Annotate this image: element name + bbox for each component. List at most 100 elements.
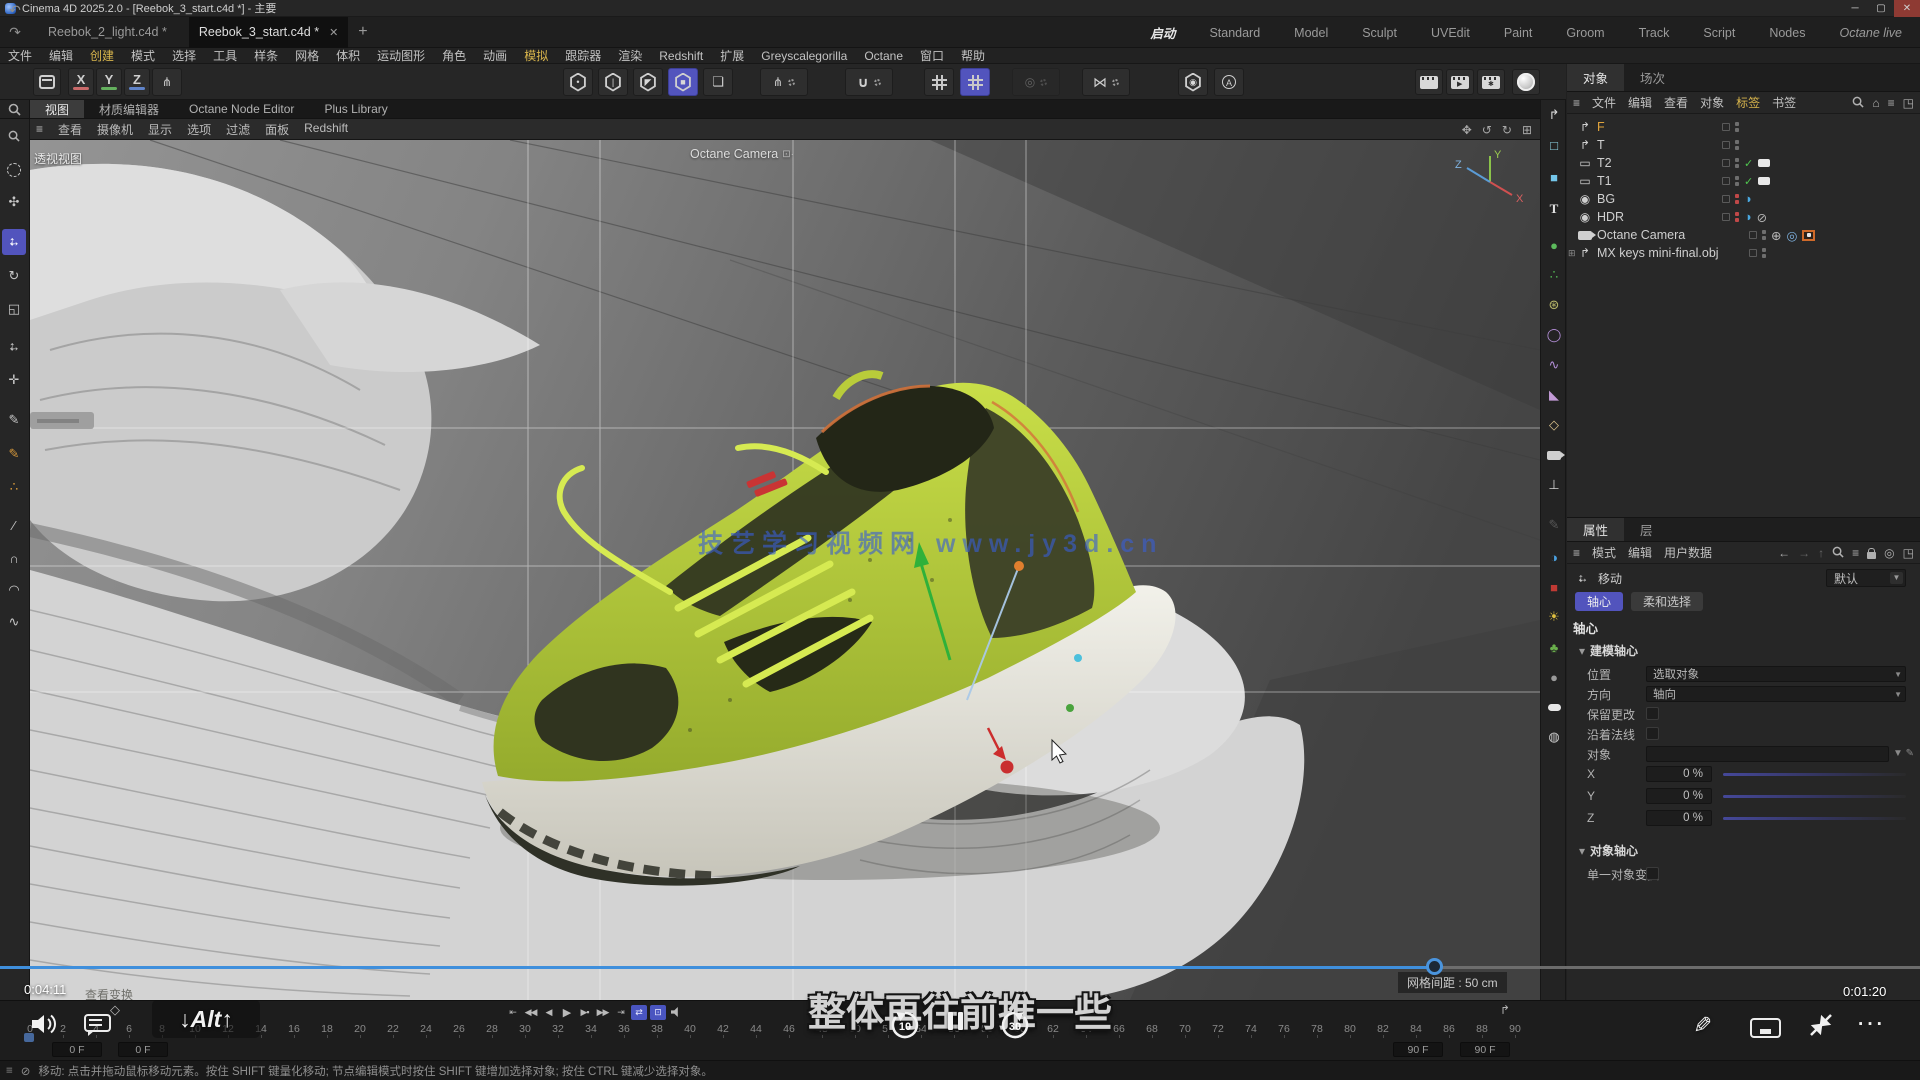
model-mode-icon[interactable]: ■ bbox=[668, 68, 698, 96]
range-end-field[interactable]: 90 F bbox=[1393, 1042, 1443, 1057]
tab-item[interactable]: 材质编辑器 bbox=[84, 100, 174, 118]
slider-y[interactable] bbox=[1723, 795, 1906, 798]
layer-tag-icon[interactable] bbox=[1758, 159, 1770, 167]
object-row-hdr[interactable]: ◉HDR◑⊘ bbox=[1567, 208, 1920, 226]
spline-pen-icon[interactable]: ✎ bbox=[2, 407, 26, 433]
value-x[interactable]: 0 % bbox=[1646, 766, 1712, 782]
am-menu-item[interactable]: 编辑 bbox=[1628, 544, 1652, 561]
filter-icon[interactable]: ≡ bbox=[1888, 96, 1895, 110]
hamburger-icon[interactable]: ≡ bbox=[1573, 546, 1580, 560]
enable-toggle[interactable] bbox=[1722, 213, 1730, 221]
ruler-frame-30[interactable]: 30 bbox=[519, 1023, 531, 1035]
object-row-t2[interactable]: ▭T2✓ bbox=[1567, 154, 1920, 172]
camera-label[interactable]: Octane Camera ⊡· bbox=[690, 147, 794, 161]
ruler-frame-32[interactable]: 32 bbox=[552, 1023, 564, 1035]
prev-key-button[interactable]: ◀◀ bbox=[523, 1005, 538, 1020]
viewport-orbit-icon[interactable]: ↺ bbox=[1482, 123, 1492, 137]
spline-wrap-icon[interactable]: ∿ bbox=[1542, 352, 1566, 378]
primitive-cube-icon[interactable]: ■ bbox=[1542, 164, 1566, 190]
export-icon[interactable]: ◳ bbox=[1903, 546, 1914, 560]
menu-item[interactable]: 样条 bbox=[254, 47, 278, 64]
ruler-frame-90[interactable]: 90 bbox=[1509, 1023, 1521, 1035]
close-button[interactable]: ✕ bbox=[1894, 0, 1920, 17]
menu-item[interactable]: 动画 bbox=[483, 47, 507, 64]
value-y[interactable]: 0 % bbox=[1646, 788, 1712, 804]
menu-item[interactable]: 窗口 bbox=[920, 47, 944, 64]
ruler-frame-2[interactable]: 2 bbox=[60, 1023, 66, 1035]
layout-menu-groom[interactable]: Groom bbox=[1566, 26, 1604, 40]
layout-menu-standard[interactable]: Standard bbox=[1209, 26, 1260, 40]
viewport-menu-item[interactable]: 显示 bbox=[148, 121, 172, 138]
spline-square-icon[interactable]: □ bbox=[1542, 132, 1566, 158]
live-selection-icon[interactable] bbox=[2, 157, 26, 183]
keyboard-icon[interactable] bbox=[1750, 1018, 1781, 1038]
slider-z[interactable] bbox=[1723, 817, 1906, 820]
export-icon[interactable]: ◳ bbox=[1903, 96, 1914, 110]
am-menu-item[interactable]: 模式 bbox=[1592, 544, 1616, 561]
ruler-frame-16[interactable]: 16 bbox=[288, 1023, 300, 1035]
polygons-mode-icon[interactable]: ◤ bbox=[633, 68, 663, 96]
focus-icon[interactable]: ◎ bbox=[1884, 546, 1894, 560]
tab-item[interactable]: 层 bbox=[1624, 518, 1669, 541]
ruler-frame-80[interactable]: 80 bbox=[1344, 1023, 1356, 1035]
selection-move-icon[interactable]: ↔↔ bbox=[2, 334, 26, 360]
forward-icon[interactable]: → bbox=[1798, 546, 1810, 560]
tab-item[interactable]: 对象 bbox=[1567, 64, 1624, 91]
workplane-grid-icon[interactable] bbox=[924, 68, 954, 96]
object-row-mx-keys-mini-final-obj[interactable]: ⊞↱MX keys mini-final.obj bbox=[1567, 244, 1920, 262]
selection-multi-icon[interactable]: ✛ bbox=[2, 367, 26, 393]
perspective-viewport[interactable]: 透视视图 Octane Camera ⊡· Y Z X 技艺学习视频网 www.… bbox=[30, 140, 1540, 1000]
close-tab-icon[interactable]: ✕ bbox=[329, 26, 338, 39]
tab-item[interactable]: 视图 bbox=[30, 100, 84, 118]
group-item[interactable]: ▾对象轴心 bbox=[1579, 842, 1638, 859]
octane-tag-icon[interactable]: ◎ bbox=[1786, 228, 1797, 243]
expand-icon[interactable]: ⊞ bbox=[1568, 248, 1576, 259]
cloner-icon[interactable]: ∴ bbox=[1542, 262, 1566, 288]
home-icon[interactable]: ⌂ bbox=[1872, 96, 1879, 110]
preset-dropdown[interactable]: 默认▼ bbox=[1826, 569, 1906, 587]
more-options-icon[interactable]: ··· bbox=[1858, 1014, 1886, 1036]
menu-item[interactable]: 选择 bbox=[172, 47, 196, 64]
hamburger-icon[interactable]: ≡ bbox=[36, 122, 43, 136]
ruler-frame-18[interactable]: 18 bbox=[321, 1023, 333, 1035]
enable-toggle[interactable] bbox=[1749, 249, 1757, 257]
ruler-frame-88[interactable]: 88 bbox=[1476, 1023, 1488, 1035]
am-menu-item[interactable]: 用户数据 bbox=[1664, 544, 1712, 561]
layout-menu-paint[interactable]: Paint bbox=[1504, 26, 1533, 40]
axis-lock-y-button[interactable]: Y bbox=[96, 68, 122, 96]
track-icon[interactable]: ↱ bbox=[1500, 1003, 1510, 1017]
material-tag-icon[interactable]: ◑ bbox=[1744, 192, 1752, 206]
viewport-menu-item[interactable]: 查看 bbox=[58, 121, 82, 138]
link-picker-icon[interactable]: ▼ ✎ bbox=[1893, 748, 1914, 759]
target-mode-icon[interactable]: ◉ bbox=[1178, 68, 1208, 96]
pencil-icon[interactable]: ✎ bbox=[1542, 512, 1566, 538]
layout-menu-sculpt[interactable]: Sculpt bbox=[1362, 26, 1397, 40]
ruler-frame-20[interactable]: 20 bbox=[354, 1023, 366, 1035]
light-sun-icon[interactable]: ☀ bbox=[1542, 604, 1566, 630]
ruler-frame-46[interactable]: 46 bbox=[783, 1023, 795, 1035]
hamburger-icon[interactable]: ≡ bbox=[1573, 96, 1580, 110]
visibility-dots[interactable] bbox=[1735, 140, 1739, 150]
om-menu-item[interactable]: 对象 bbox=[1700, 94, 1724, 111]
generator-icon[interactable]: ⊛ bbox=[1542, 292, 1566, 318]
tab-item[interactable]: 场次 bbox=[1624, 64, 1681, 91]
menu-item[interactable]: 文件 bbox=[8, 47, 32, 64]
ruler-frame-42[interactable]: 42 bbox=[717, 1023, 729, 1035]
visibility-dots[interactable] bbox=[1735, 158, 1739, 168]
tweak-icon[interactable]: ✣ bbox=[2, 189, 26, 215]
loop-button[interactable]: ⇄ bbox=[631, 1005, 647, 1020]
ruler-frame-70[interactable]: 70 bbox=[1179, 1023, 1191, 1035]
layout-menu-script[interactable]: Script bbox=[1703, 26, 1735, 40]
add-tab-button[interactable]: + bbox=[358, 23, 367, 41]
search-icon[interactable] bbox=[1832, 546, 1844, 561]
ruler-frame-36[interactable]: 36 bbox=[618, 1023, 630, 1035]
snap-magnet-icon[interactable]: ∪ bbox=[845, 68, 893, 96]
ruler-frame-44[interactable]: 44 bbox=[750, 1023, 762, 1035]
menu-item[interactable]: 编辑 bbox=[49, 47, 73, 64]
viewport-menu-item[interactable]: 摄像机 bbox=[97, 121, 133, 138]
menu-item[interactable]: 跟踪器 bbox=[565, 47, 601, 64]
video-progress-knob[interactable] bbox=[1426, 958, 1443, 975]
octane-camera-tag-icon[interactable] bbox=[1802, 230, 1815, 241]
redo-icon[interactable]: ↷ bbox=[4, 21, 26, 43]
om-menu-item[interactable]: 书签 bbox=[1772, 94, 1796, 111]
